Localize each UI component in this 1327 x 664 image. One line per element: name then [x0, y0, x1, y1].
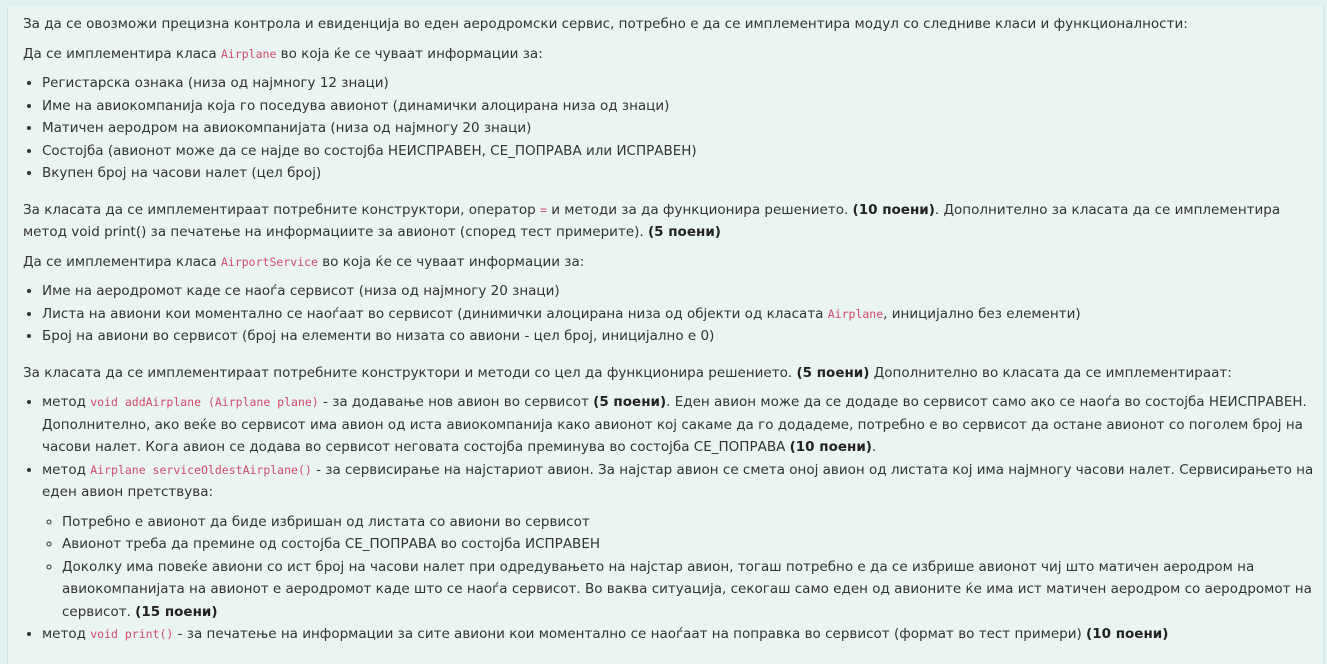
service-fields-list: Име на аеродромот каде се наоѓа сервисот… [23, 280, 1319, 348]
method-signature-code: Airplane serviceOldestAirplane() [90, 462, 312, 477]
text-segment: и методи за да функционира решението. [546, 201, 853, 218]
points-label: (15 поени) [135, 603, 218, 620]
method-service-oldest-airplane: метод Airplane serviceOldestAirplane() -… [42, 459, 1319, 624]
text-segment: Доколку има повеќе авиони со ист број на… [62, 558, 1312, 620]
list-item: Потребно е авионот да биде избришан од л… [62, 511, 1319, 534]
list-item: Доколку има повеќе авиони со ист број на… [62, 556, 1319, 624]
text-segment: За класата да се имплементираат потребни… [23, 364, 797, 381]
method-print: метод void print() - за печатење на инфо… [42, 623, 1319, 646]
text-segment: . [871, 439, 877, 455]
text-segment: - за печатење на информации за сите авио… [173, 626, 1087, 642]
service-intro-text: Да се имплементира класа [23, 253, 221, 270]
service-intro-suffix: во која ќе се чуваат информации за: [317, 253, 585, 270]
points-label: (10 поени) [789, 439, 872, 455]
text-segment: , иницијално без елементи) [883, 305, 1081, 322]
airplane-class-code: Airplane [220, 46, 277, 61]
methods-list: метод void addAirplane (Airplane plane) … [23, 391, 1319, 646]
airplane-requirements-paragraph: За класата да се имплементираат потребни… [23, 199, 1319, 244]
list-item: Авионот треба да премине од состојба СЕ_… [62, 533, 1319, 556]
points-label: (5 поени) [796, 364, 870, 381]
text-segment: метод [42, 394, 91, 410]
points-label: (10 поени) [852, 201, 935, 218]
method-signature-code: void addAirplane (Airplane plane) [90, 395, 319, 409]
points-label: (5 поени) [593, 394, 667, 410]
airplane-intro-text: Да се имплементира класа [23, 45, 221, 62]
text-segment: Листа на авиони кои моментално се наоѓаа… [42, 305, 828, 322]
service-class-code: AirportService [220, 254, 318, 269]
list-item: Вкупен број на часови налет (цел број) [42, 162, 1319, 185]
method-signature-code: void print() [90, 627, 174, 641]
list-item: Име на авиокомпанија која го поседува ав… [42, 95, 1319, 118]
operator-code: = [539, 202, 547, 217]
airplane-class-code: Airplane [827, 306, 884, 321]
text-segment: метод [42, 461, 91, 478]
list-item: Регистарска ознака (низа од најмногу 12 … [42, 72, 1319, 95]
servicing-steps-list: Потребно е авионот да биде избришан од л… [42, 511, 1319, 624]
service-class-intro: Да се имплементира класа AirportService … [23, 251, 1319, 274]
task-content: За да се овозможи прецизна контрола и ев… [23, 13, 1319, 646]
service-requirements-paragraph: За класата да се имплементираат потребни… [23, 362, 1319, 385]
list-item: Листа на авиони кои моментално се наоѓаа… [42, 303, 1319, 326]
task-panel: За да се овозможи прецизна контрола и ев… [7, 6, 1324, 664]
text-segment: метод [42, 626, 91, 642]
list-item: Матичен аеродром на авиокомпанијата (низ… [42, 117, 1319, 140]
list-item: Име на аеродромот каде се наоѓа сервисот… [42, 280, 1319, 303]
points-label: (10 поени) [1086, 626, 1169, 642]
list-item: Состојба (авионот може да се најде во со… [42, 140, 1319, 163]
airplane-class-intro: Да се имплементира класа Airplane во кој… [23, 43, 1319, 66]
airplane-fields-list: Регистарска ознака (низа од најмногу 12 … [23, 72, 1319, 185]
text-segment: - за додавање нов авион во сервисот [318, 394, 594, 410]
text-segment: Дополнително во класата да се имплементи… [869, 364, 1232, 381]
airplane-intro-suffix: во која ќе се чуваат информации за: [276, 45, 543, 62]
intro-paragraph: За да се овозможи прецизна контрола и ев… [23, 16, 1188, 32]
text-segment: За класата да се имплементираат потребни… [23, 201, 540, 218]
list-item: Број на авиони во сервисот (број на елем… [42, 325, 1319, 348]
points-label: (5 поени) [647, 224, 721, 240]
method-add-airplane: метод void addAirplane (Airplane plane) … [42, 391, 1319, 459]
